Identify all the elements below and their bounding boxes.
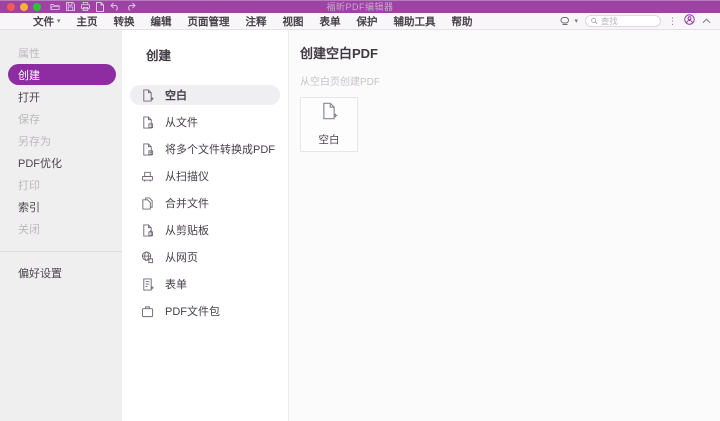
create-option-form[interactable]: 表单 [130,274,280,294]
menu-form[interactable]: 表单 [320,14,341,29]
document-from-file-icon [140,115,154,129]
create-option-label: 从文件 [165,117,198,129]
blank-document-plus-icon [320,102,338,125]
menu-help[interactable]: 帮助 [452,14,473,29]
print-icon[interactable] [81,2,90,11]
menu-protect[interactable]: 保护 [357,14,378,29]
scanner-icon [140,169,154,183]
redo-icon[interactable] [126,2,136,11]
blank-pdf-card[interactable]: 空白 [300,97,358,152]
create-option-label: 从网页 [165,252,198,264]
multiple-files-to-pdf-icon [140,142,154,156]
form-document-icon [140,277,154,291]
webpage-icon [140,250,154,264]
create-option-combine-files[interactable]: 合并文件 [130,193,280,213]
create-option-label: 表单 [165,279,187,291]
create-option-label: 空白 [165,90,187,102]
sidebar-item-properties: 属性 [18,47,40,60]
blank-document-plus-icon [140,88,154,102]
create-option-label: 从剪贴板 [165,225,209,237]
quick-access-toolbar [50,1,136,12]
open-folder-icon[interactable] [50,2,60,11]
undo-icon[interactable] [110,2,120,11]
chevron-down-icon: ▾ [57,17,61,25]
create-option-label: PDF文件包 [165,306,220,318]
menu-convert[interactable]: 转换 [114,14,135,29]
sidebar-item-index[interactable]: 索引 [8,196,116,217]
menu-accessibility[interactable]: 辅助工具 [394,14,436,29]
menu-comment[interactable]: 注释 [246,14,267,29]
create-option-label: 将多个文件转换成PDF [165,144,275,156]
clipboard-icon [140,223,154,237]
zoom-window-button[interactable] [33,2,41,11]
create-option-pdf-portfolio[interactable]: PDF文件包 [130,301,280,321]
save-icon[interactable] [66,2,75,11]
menu-home[interactable]: 主页 [77,14,98,29]
combine-files-icon [140,196,154,210]
tool-selector-icon[interactable]: ▾ [560,16,578,26]
menu-bar: 文件 ▾ 主页 转换 编辑 页面管理 注释 视图 表单 保护 辅助工具 帮助 ▾ … [0,13,720,30]
create-option-from-scanner[interactable]: 从扫描仪 [130,166,280,186]
traffic-lights [7,2,41,11]
create-option-from-webpage[interactable]: 从网页 [130,247,280,267]
blank-pdf-card-label: 空白 [318,134,340,146]
menu-view[interactable]: 视图 [283,14,304,29]
create-options-panel: 创建 空白 从文件 将多个文件转换成PDF 从扫描仪 合并文件 从剪贴板 从网页… [122,30,289,421]
create-option-label: 从扫描仪 [165,171,209,183]
sidebar-item-save: 保存 [18,113,40,126]
menu-items: 文件 ▾ 主页 转换 编辑 页面管理 注释 视图 表单 保护 辅助工具 帮助 [33,14,473,29]
more-options-icon[interactable]: ⋮ [668,16,677,26]
file-sidebar: 属性 创建 打开 保存 另存为 PDF优化 打印 索引 关闭 偏好设置 [0,30,122,421]
menu-file[interactable]: 文件 ▾ [33,14,61,29]
sidebar-divider [0,251,122,252]
detail-title: 创建空白PDF [300,46,379,61]
menu-bar-right: ▾ ⋮ [560,14,711,28]
create-option-from-file[interactable]: 从文件 [130,112,280,132]
new-document-icon[interactable] [96,1,104,12]
close-window-button[interactable] [7,2,15,11]
sidebar-item-open[interactable]: 打开 [8,86,116,107]
chevron-down-icon: ▾ [574,17,578,25]
minimize-window-button[interactable] [20,2,28,11]
sidebar-item-save-as: 另存为 [18,135,51,148]
search-icon [591,17,598,25]
create-option-from-clipboard[interactable]: 从剪贴板 [130,220,280,240]
detail-subtitle: 从空白页创建PDF [300,77,380,88]
sidebar-item-print: 打印 [18,179,40,192]
sidebar-item-create[interactable]: 创建 [8,64,116,85]
create-panel-title: 创建 [146,49,172,63]
app-window: 福昕PDF编辑器 文件 ▾ 主页 转换 编辑 页面管理 注释 视图 表单 保护 辅… [0,0,720,421]
collapse-ribbon-icon[interactable] [702,15,711,27]
find-search-input[interactable] [600,16,655,26]
create-option-label: 合并文件 [165,198,209,210]
backstage-view: 属性 创建 打开 保存 另存为 PDF优化 打印 索引 关闭 偏好设置 创建 空… [0,30,720,421]
create-option-multiple-files[interactable]: 将多个文件转换成PDF [130,139,280,159]
sidebar-item-preferences[interactable]: 偏好设置 [8,262,116,283]
find-search-box[interactable] [585,15,661,27]
create-options-list: 空白 从文件 将多个文件转换成PDF 从扫描仪 合并文件 从剪贴板 从网页 表单… [122,85,288,321]
menu-page-organize[interactable]: 页面管理 [188,14,230,29]
sidebar-item-close: 关闭 [18,223,40,236]
sidebar-item-pdf-optimize[interactable]: PDF优化 [8,152,116,173]
create-detail-panel: 创建空白PDF 从空白页创建PDF 空白 [289,30,720,421]
account-icon[interactable] [684,14,695,28]
title-bar: 福昕PDF编辑器 [0,0,720,13]
pdf-portfolio-icon [140,304,154,318]
menu-edit[interactable]: 编辑 [151,14,172,29]
create-option-blank[interactable]: 空白 [130,85,280,105]
